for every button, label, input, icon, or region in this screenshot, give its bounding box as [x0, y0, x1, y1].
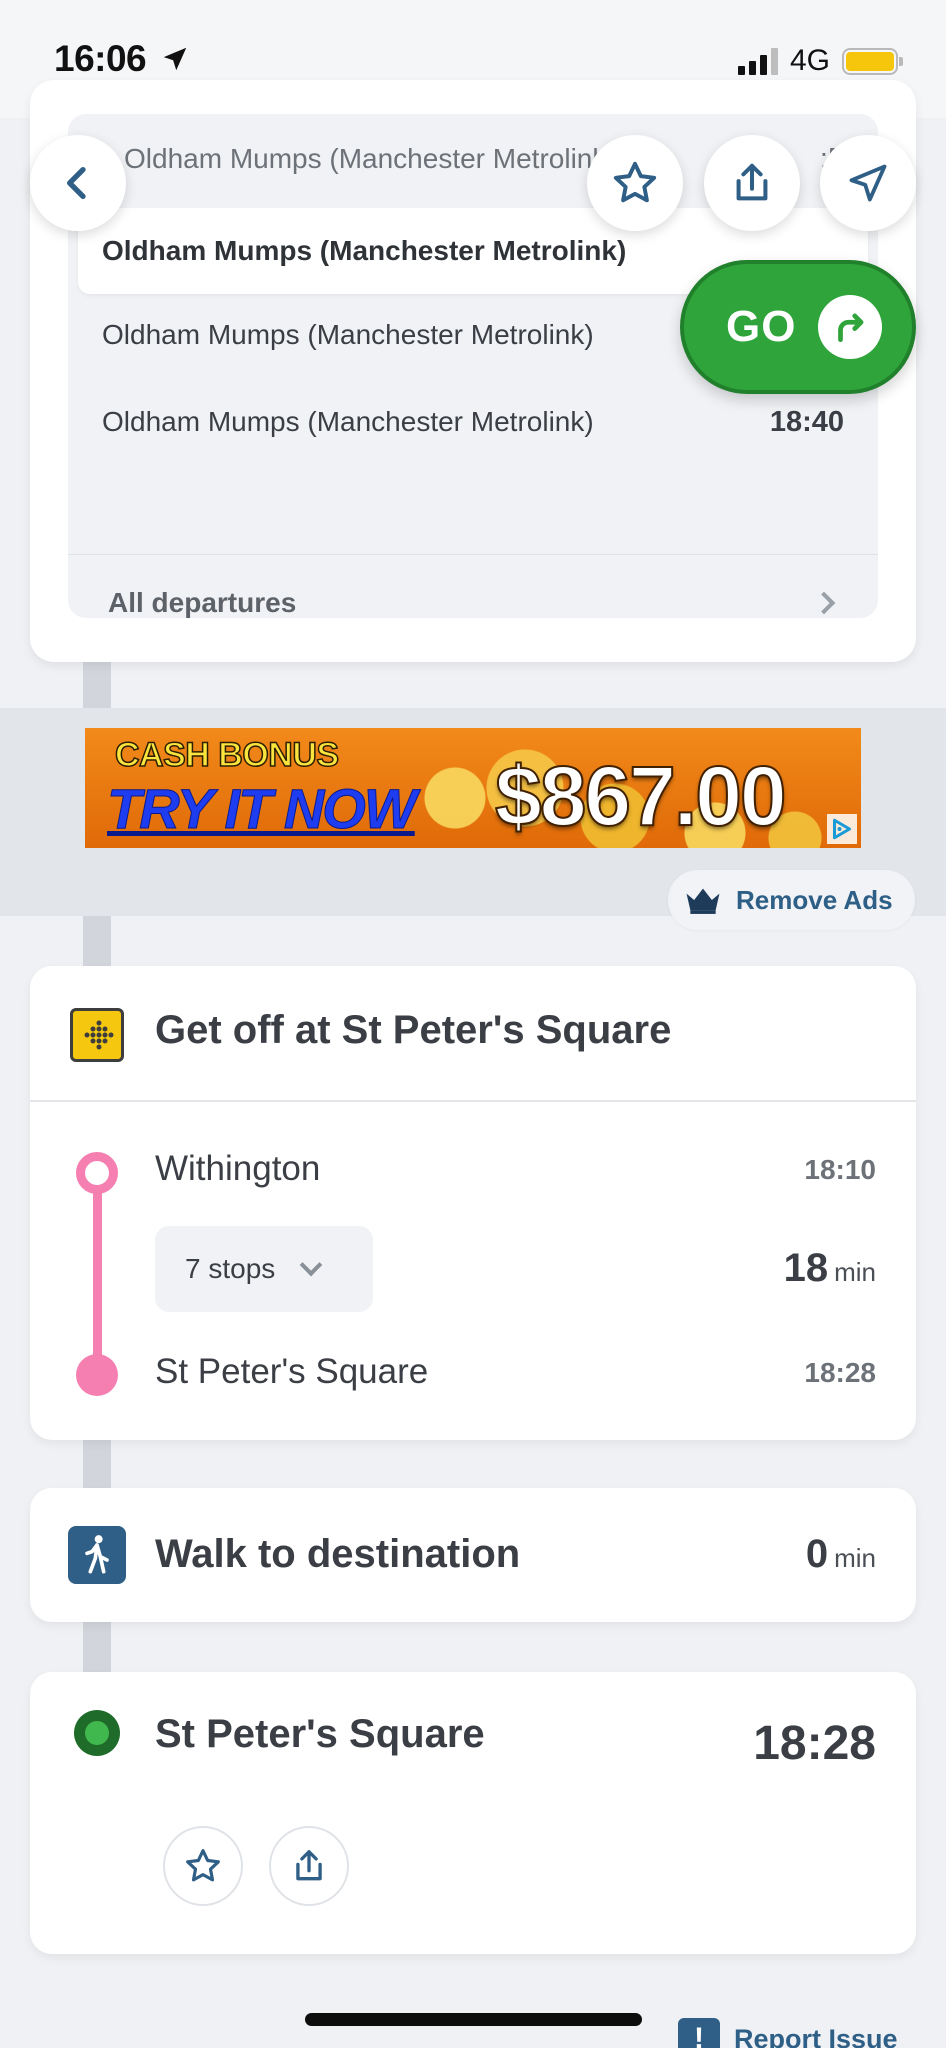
destination-name: St Peter's Square [155, 1712, 485, 1756]
back-button[interactable] [30, 135, 126, 231]
chevron-right-icon [812, 591, 836, 614]
share-icon [296, 1850, 322, 1881]
share-destination-button[interactable] [269, 1826, 349, 1906]
destination-card: St Peter's Square 18:28 [30, 1672, 916, 1954]
ad-amount: $867.00 [494, 748, 788, 844]
stops-toggle[interactable]: 7 stops [155, 1226, 373, 1312]
report-issue-button[interactable]: ! Report Issue [678, 2018, 898, 2048]
route-line [93, 1164, 102, 1364]
favorite-destination-button[interactable] [163, 1826, 243, 1906]
share-icon [736, 163, 768, 201]
navigation-arrow-icon [849, 164, 887, 202]
remove-ads-button[interactable]: Remove Ads [668, 870, 915, 930]
departure-name: Oldham Mumps (Manchester Metrolink) [102, 406, 594, 437]
departure-time: 18:40 [769, 405, 844, 438]
leg-card: Get off at St Peter's Square Withington … [30, 966, 916, 1440]
leg-duration: 18 min [784, 1246, 876, 1291]
adchoices-icon[interactable] [827, 814, 857, 844]
origin-stop-time: 18:10 [804, 1154, 876, 1185]
home-indicator [305, 2013, 642, 2026]
origin-stop-marker [76, 1152, 118, 1194]
walk-card: Walk to destination 0 min [30, 1488, 916, 1622]
location-arrow-icon [163, 47, 187, 71]
crown-icon [686, 888, 720, 914]
favorite-button[interactable] [587, 135, 683, 231]
ad-strip: CASH BONUS TRY IT NOW $867.00 Remove Ads [0, 708, 946, 930]
duration-value: 0 [805, 1532, 829, 1576]
duration-unit: min [834, 1257, 876, 1287]
go-button[interactable]: GO [680, 260, 916, 394]
destination-marker-icon [74, 1710, 120, 1756]
ad-banner[interactable]: CASH BONUS TRY IT NOW $867.00 [85, 728, 861, 848]
destination-stop-name[interactable]: St Peter's Square [155, 1352, 428, 1392]
walking-person-icon [68, 1526, 126, 1584]
exclamation-icon: ! [678, 2018, 720, 2048]
report-issue-label: Report Issue [734, 2023, 898, 2048]
destination-stop-marker [76, 1354, 118, 1396]
ad-headline: CASH BONUS [114, 735, 340, 775]
star-icon [613, 161, 657, 203]
tram-icon [70, 1008, 124, 1062]
signal-icon [737, 47, 778, 75]
duration-unit: min [834, 1543, 876, 1573]
duration-value: 18 [783, 1246, 829, 1290]
status-indicators: 4G [737, 44, 903, 78]
ad-cta: TRY IT NOW [107, 777, 418, 841]
battery-icon [842, 47, 903, 75]
all-departures-label: All departures [108, 586, 297, 618]
leg-title: Get off at St Peter's Square [155, 1008, 672, 1052]
divider [30, 1100, 916, 1102]
star-icon [186, 1849, 220, 1882]
remove-ads-label: Remove Ads [736, 884, 893, 915]
share-button[interactable] [704, 135, 800, 231]
navigate-button[interactable] [820, 135, 916, 231]
walk-duration: 0 min [806, 1532, 876, 1577]
network-type: 4G [789, 44, 830, 77]
turn-right-arrow-icon [818, 295, 882, 359]
origin-stop-name[interactable]: Withington [155, 1149, 320, 1189]
walk-title: Walk to destination [155, 1532, 521, 1576]
chevron-left-icon [67, 167, 86, 199]
destination-time: 18:28 [753, 1717, 876, 1770]
chevron-down-icon [299, 1253, 323, 1277]
departure-name: Oldham Mumps (Manchester Metrolink) [102, 235, 627, 266]
stops-count: 7 stops [185, 1253, 276, 1284]
go-label: GO [726, 302, 797, 351]
destination-stop-time: 18:28 [804, 1357, 876, 1388]
all-departures-link[interactable]: All departures [68, 554, 878, 618]
status-time: 16:06 [54, 38, 190, 80]
